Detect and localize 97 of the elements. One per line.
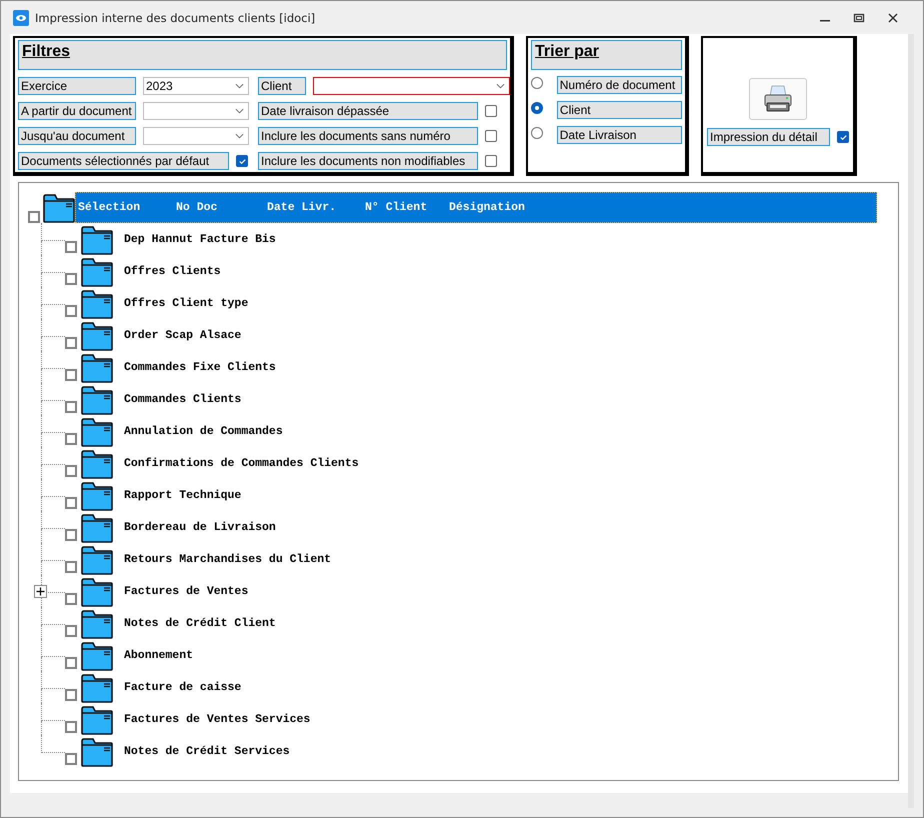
folder-icon [81, 416, 113, 447]
column-header: No Doc [176, 201, 218, 214]
tree-header-row[interactable]: Sélection No Doc Date Livr. N° Client Désignation [75, 192, 877, 223]
checkbox[interactable] [65, 401, 77, 413]
option-label: Inclure les documents non modifiables [258, 152, 478, 170]
tree-item[interactable]: Rapport Technique [124, 488, 242, 502]
folder-icon [81, 576, 113, 607]
print-button[interactable] [749, 78, 807, 120]
tree-item[interactable]: Order Scap Alsace [124, 328, 242, 342]
folder-icon [81, 448, 113, 479]
field-label: Exercice [18, 77, 136, 95]
checkbox[interactable] [65, 337, 77, 349]
tree-item[interactable]: Notes de Crédit Client [124, 616, 276, 630]
checkbox[interactable] [236, 155, 248, 167]
folder-icon [81, 672, 113, 703]
option-label: Documents sélectionnés par défaut [18, 152, 229, 170]
folder-icon [81, 288, 113, 319]
option-label: Date Livraison [556, 126, 682, 144]
tree-item[interactable]: Bordereau de Livraison [124, 520, 276, 534]
checkbox[interactable] [65, 241, 77, 253]
checkbox[interactable] [65, 529, 77, 541]
restore-icon[interactable] [853, 12, 865, 24]
close-icon[interactable] [887, 12, 899, 24]
option-label: Numéro de document [556, 76, 682, 94]
checkbox[interactable] [28, 211, 40, 223]
tree-item[interactable]: Retours Marchandises du Client [124, 552, 332, 566]
checkbox[interactable] [65, 305, 77, 317]
folder-icon [81, 640, 113, 671]
field-label: Client [258, 77, 306, 95]
tree-item[interactable]: Offres Clients [124, 264, 221, 278]
dropdown-field[interactable]: 2023 [143, 77, 249, 95]
checkbox[interactable] [65, 625, 77, 637]
folder-icon [81, 384, 113, 415]
folder-icon [81, 736, 113, 767]
tree-item[interactable]: Factures de Ventes [124, 584, 248, 598]
column-header: Date Livr. [267, 201, 338, 214]
checkbox[interactable] [65, 497, 77, 509]
checkbox[interactable] [65, 689, 77, 701]
option-label: Impression du détail [707, 128, 830, 146]
folder-icon [81, 256, 113, 287]
folder-icon [43, 192, 75, 223]
dropdown-field[interactable] [143, 127, 249, 145]
checkbox[interactable] [485, 105, 497, 117]
tree-item[interactable]: Offres Client type [124, 296, 248, 310]
checkbox[interactable] [65, 721, 77, 733]
checkbox[interactable] [65, 273, 77, 285]
caret-icon [235, 133, 244, 139]
caret-icon [235, 108, 244, 114]
column-header: N° Client [365, 201, 428, 214]
checkbox[interactable] [65, 593, 77, 605]
radio-button[interactable] [531, 77, 543, 89]
caret-icon [235, 83, 244, 89]
dropdown-field[interactable] [143, 102, 249, 120]
checkbox[interactable] [65, 561, 77, 573]
field-label: A partir du document [18, 102, 136, 120]
tree-item[interactable]: Abonnement [124, 648, 194, 662]
section-title: Trier par [535, 43, 600, 60]
option-label: Date livraison dépassée [258, 102, 478, 120]
checkbox[interactable] [837, 131, 849, 143]
tree-item[interactable]: Annulation de Commandes [124, 424, 283, 438]
checkbox[interactable] [65, 753, 77, 765]
folder-icon [81, 608, 113, 639]
folder-icon [81, 704, 113, 735]
checkbox[interactable] [65, 433, 77, 445]
checkmark-icon [838, 132, 848, 142]
expand-icon[interactable] [34, 585, 47, 598]
radio-button[interactable] [531, 102, 543, 114]
tree-item[interactable]: Commandes Clients [124, 392, 242, 406]
checkbox[interactable] [485, 155, 497, 167]
checkmark-icon [238, 156, 246, 166]
tree-item[interactable]: Dep Hannut Facture Bis [124, 232, 276, 246]
tree-item[interactable]: Factures de Ventes Services [124, 712, 310, 726]
checkbox[interactable] [65, 657, 77, 669]
window-title: Impression interne des documents clients [idoci] [35, 10, 316, 24]
radio-button[interactable] [531, 127, 543, 139]
tree-item[interactable]: Commandes Fixe Clients [124, 360, 276, 374]
column-header: Sélection [78, 201, 142, 214]
tree-item[interactable]: Confirmations de Commandes Clients [124, 456, 359, 470]
folder-icon [81, 224, 113, 255]
dropdown-field[interactable] [313, 77, 510, 95]
option-label: Client [556, 101, 682, 119]
checkbox[interactable] [485, 130, 497, 142]
section-title: Filtres [22, 43, 70, 60]
checkbox[interactable] [65, 369, 77, 381]
folder-icon [81, 352, 113, 383]
tree-item[interactable]: Notes de Crédit Services [124, 744, 290, 758]
folder-icon [81, 320, 113, 351]
caret-icon [496, 83, 505, 89]
option-label: Inclure les documents sans numéro [258, 127, 478, 145]
checkbox[interactable] [65, 465, 77, 477]
tree-item[interactable]: Facture de caisse [124, 680, 242, 694]
app-icon [13, 10, 29, 26]
field-label: Jusqu'au document [18, 127, 136, 145]
folder-icon [81, 512, 113, 543]
folder-icon [81, 480, 113, 511]
folder-icon [81, 544, 113, 575]
column-header: Désignation [449, 201, 526, 214]
